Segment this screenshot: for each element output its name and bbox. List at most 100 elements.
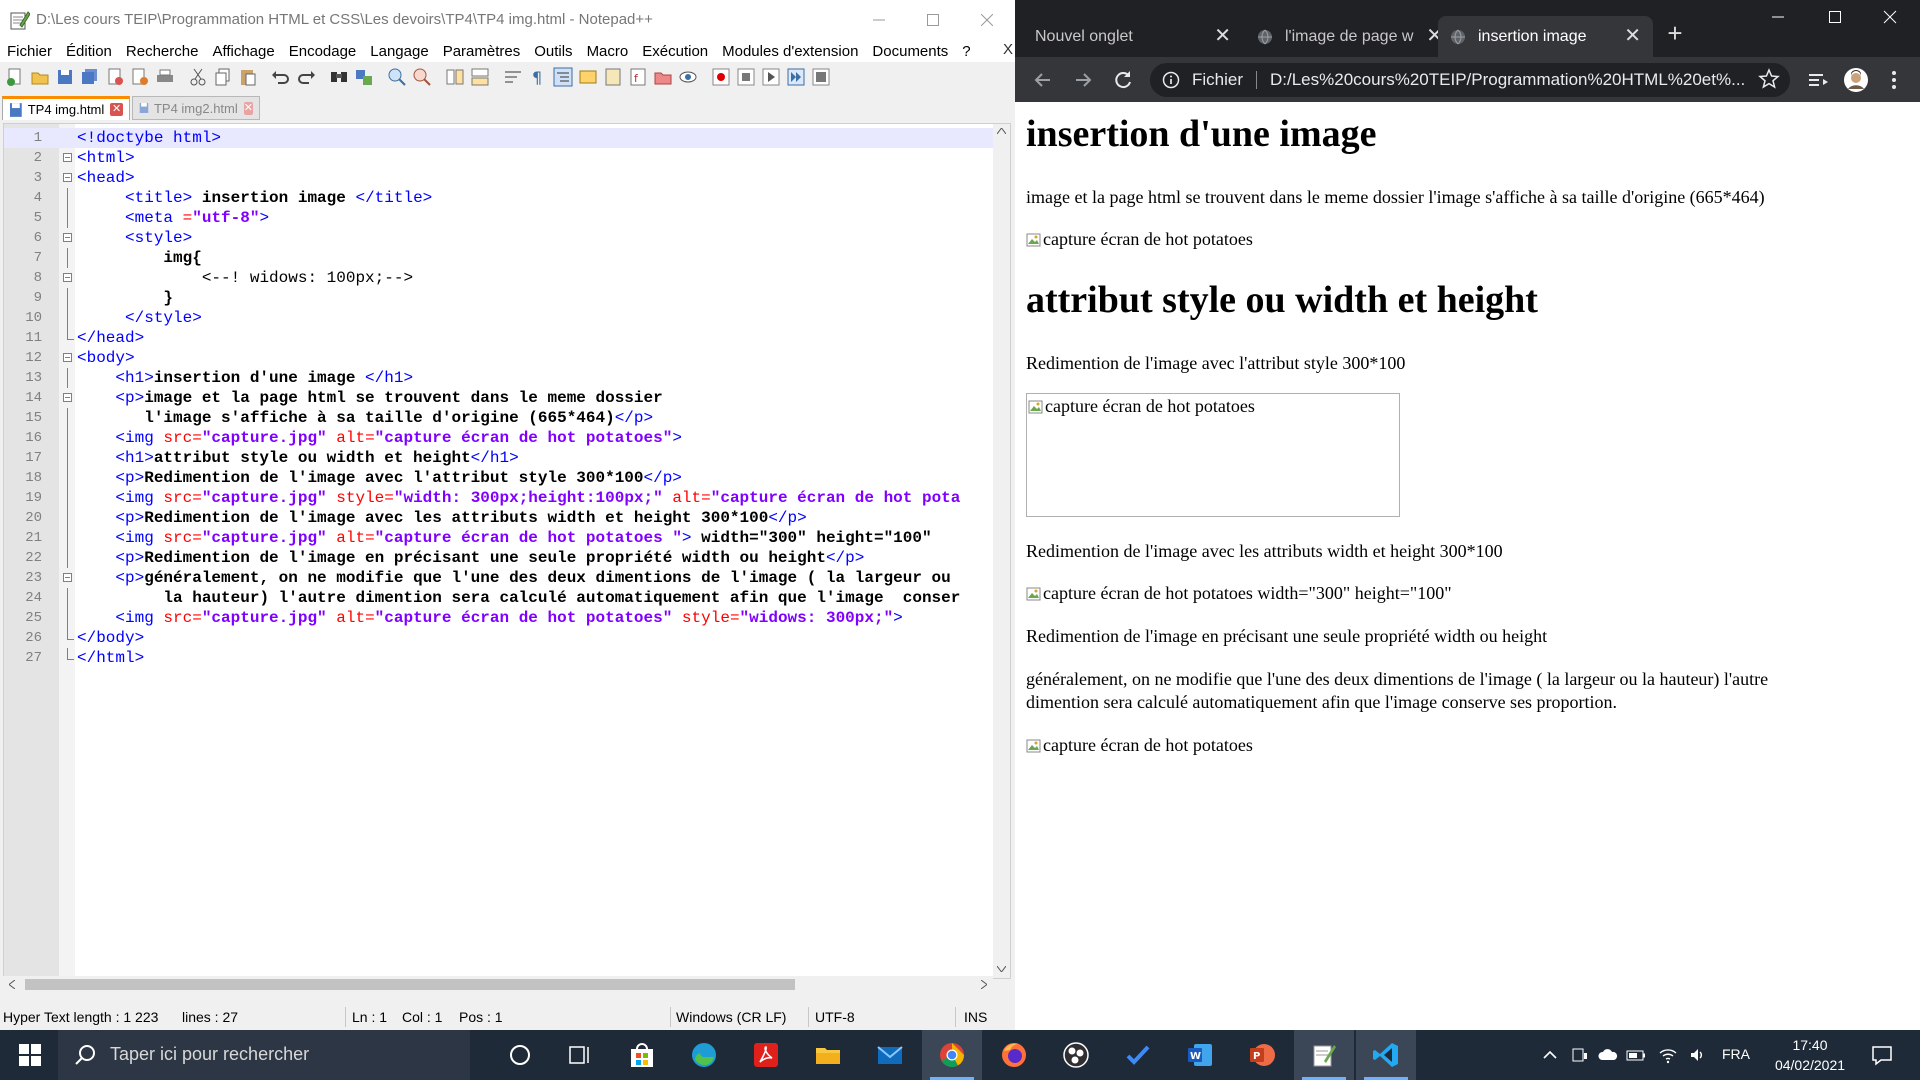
forward-icon[interactable]	[1070, 67, 1096, 93]
taskbar-mail[interactable]	[860, 1030, 920, 1080]
play-macro-icon[interactable]	[761, 67, 781, 87]
tab-tp4-img2[interactable]: TP4 img2.html ✕	[132, 96, 260, 120]
code-line[interactable]: 24 la hauteur) l'autre dimention sera ca…	[4, 588, 1004, 608]
task-view-button[interactable]	[550, 1030, 610, 1080]
code-line[interactable]: 11 </head>	[4, 328, 1004, 348]
volume-icon[interactable]	[1688, 1045, 1708, 1065]
fold-toggle-icon[interactable]	[63, 393, 72, 402]
taskbar-powerpoint[interactable]: P	[1232, 1030, 1292, 1080]
taskbar-obs[interactable]	[1046, 1030, 1106, 1080]
sync-vertical-icon[interactable]	[445, 67, 465, 87]
code-editor[interactable]: 1 <!doctybe html> 2 <html> 3 <head> 4 <title> …	[3, 123, 1011, 979]
fold-toggle-icon[interactable]	[63, 153, 72, 162]
code-line[interactable]: 6 <style>	[4, 228, 1004, 248]
chrome-minimize-button[interactable]	[1763, 6, 1793, 24]
menu-close-document[interactable]: X	[1003, 41, 1013, 58]
taskbar-notepadpp[interactable]	[1294, 1030, 1354, 1080]
code-line[interactable]: 2 <html>	[4, 148, 1004, 168]
profile-avatar-icon[interactable]	[1843, 67, 1869, 93]
save-macro-icon[interactable]	[811, 67, 831, 87]
horizontal-scroll-thumb[interactable]	[25, 979, 795, 990]
taskbar-file-explorer[interactable]	[798, 1030, 858, 1080]
taskbar-word[interactable]: W	[1170, 1030, 1230, 1080]
reload-icon[interactable]	[1110, 67, 1136, 93]
chrome-menu-icon[interactable]	[1881, 67, 1907, 93]
horizontal-scrollbar[interactable]	[3, 976, 993, 993]
npp-title-bar[interactable]: D:\Les cours TEIP\Programmation HTML et …	[0, 0, 1015, 40]
open-file-icon[interactable]	[30, 67, 50, 87]
code-line[interactable]: 25 <img src="capture.jpg" alt="capture é…	[4, 608, 1004, 628]
new-file-icon[interactable]	[5, 67, 25, 87]
tab-tp4-img[interactable]: TP4 img.html ✕	[2, 96, 130, 120]
address-bar[interactable]: Fichier D:/Les%20cours%20TEIP/Programmat…	[1150, 63, 1790, 97]
wifi-icon[interactable]	[1658, 1045, 1678, 1065]
zoom-out-icon[interactable]	[412, 67, 432, 87]
taskbar-firefox[interactable]	[984, 1030, 1044, 1080]
stop-macro-icon[interactable]	[736, 67, 756, 87]
code-line[interactable]: 23 <p>généralement, on ne modifie que l'…	[4, 568, 1004, 588]
scroll-up-icon[interactable]	[997, 128, 1006, 134]
code-line[interactable]: 9 }	[4, 288, 1004, 308]
folder-workspace-icon[interactable]	[653, 67, 673, 87]
code-line[interactable]: 20 <p>Redimention de l'image avec les at…	[4, 508, 1004, 528]
cortana-button[interactable]	[490, 1030, 550, 1080]
reading-list-icon[interactable]	[1805, 67, 1831, 93]
code-line[interactable]: 7 img{	[4, 248, 1004, 268]
chrome-close-button[interactable]	[1875, 6, 1905, 24]
menu-documents[interactable]: Documents	[865, 43, 955, 60]
redo-icon[interactable]	[296, 67, 316, 87]
bookmark-star-icon[interactable]	[1758, 68, 1780, 90]
new-tab-button[interactable]: +	[1660, 16, 1690, 50]
menu-fichier[interactable]: Fichier	[0, 43, 59, 60]
device-icon[interactable]	[1570, 1045, 1590, 1065]
onedrive-cloud-icon[interactable]	[1598, 1045, 1618, 1065]
monitoring-icon[interactable]	[678, 67, 698, 87]
copy-icon[interactable]	[213, 67, 233, 87]
chrome-tab-new[interactable]: Nouvel onglet ✕	[1023, 16, 1243, 57]
code-line[interactable]: 19 <img src="capture.jpg" style="width: …	[4, 488, 1004, 508]
menu-macro[interactable]: Macro	[580, 43, 636, 60]
chrome-tab-insertion-image[interactable]: insertion image ✕	[1438, 16, 1653, 57]
npp-maximize-button[interactable]	[906, 0, 960, 40]
code-line[interactable]: 5 <meta ="utf-8">	[4, 208, 1004, 228]
menu-execution[interactable]: Exécution	[635, 43, 715, 60]
tab-close-icon[interactable]: ✕	[1214, 26, 1231, 46]
taskbar-chrome[interactable]	[922, 1030, 982, 1080]
info-icon[interactable]	[1162, 71, 1180, 89]
taskbar-todo[interactable]	[1108, 1030, 1168, 1080]
input-language[interactable]: FRA	[1722, 1046, 1750, 1062]
code-line[interactable]: 14 <p>image et la page html se trouvent …	[4, 388, 1004, 408]
fold-toggle-icon[interactable]	[63, 233, 72, 242]
code-line[interactable]: 4 <title> insertion image </title>	[4, 188, 1004, 208]
fold-toggle-icon[interactable]	[63, 273, 72, 282]
chrome-maximize-button[interactable]	[1820, 6, 1850, 24]
scroll-right-icon[interactable]	[981, 980, 987, 989]
tab-close-icon[interactable]: ✕	[110, 103, 123, 116]
menu-parametres[interactable]: Paramètres	[436, 43, 528, 60]
menu-encodage[interactable]: Encodage	[282, 43, 364, 60]
battery-icon[interactable]	[1626, 1045, 1646, 1065]
sync-horizontal-icon[interactable]	[470, 67, 490, 87]
indent-guide-icon[interactable]	[553, 67, 573, 87]
start-button[interactable]	[0, 1030, 60, 1080]
menu-outils[interactable]: Outils	[527, 43, 579, 60]
run-macro-multiple-icon[interactable]	[786, 67, 806, 87]
menu-edition[interactable]: Édition	[59, 43, 119, 60]
paste-icon[interactable]	[238, 67, 258, 87]
code-line[interactable]: 21 <img src="capture.jpg" alt="capture é…	[4, 528, 1004, 548]
menu-help[interactable]: ?	[955, 43, 977, 60]
scroll-left-icon[interactable]	[9, 980, 15, 989]
save-all-icon[interactable]	[80, 67, 100, 87]
function-list-icon[interactable]: f	[628, 67, 648, 87]
vertical-scrollbar[interactable]	[993, 124, 1010, 978]
taskbar-acrobat[interactable]	[736, 1030, 796, 1080]
record-macro-icon[interactable]	[711, 67, 731, 87]
code-line[interactable]: 13 <h1>insertion d'une image </h1>	[4, 368, 1004, 388]
print-icon[interactable]	[155, 67, 175, 87]
taskbar-edge[interactable]	[674, 1030, 734, 1080]
code-line[interactable]: 17 <h1>attribut style ou width et height…	[4, 448, 1004, 468]
code-line[interactable]: 15 l'image s'affiche à sa taille d'origi…	[4, 408, 1004, 428]
scroll-down-icon[interactable]	[997, 966, 1006, 972]
code-line[interactable]: 8 <--! widows: 100px;-->	[4, 268, 1004, 288]
code-line[interactable]: 18 <p>Redimention de l'image avec l'attr…	[4, 468, 1004, 488]
